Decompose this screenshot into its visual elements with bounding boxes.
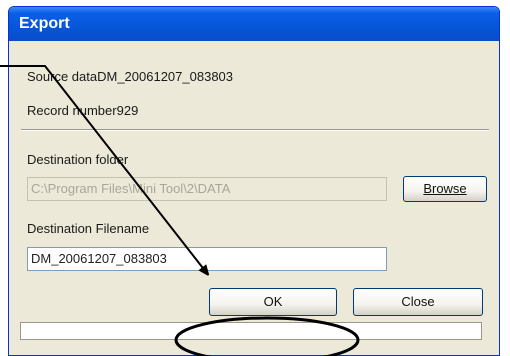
close-button[interactable]: Close	[353, 288, 483, 316]
dialog-title: Export	[19, 15, 70, 32]
destination-filename-input[interactable]: DM_20061207_083803	[27, 247, 387, 271]
source-data-row: Source dataDM_20061207_083803	[27, 69, 233, 84]
browse-button-label: Browse	[423, 181, 467, 196]
destination-filename-label: Destination Filename	[27, 221, 150, 236]
source-data-value: DM_20061207_083803	[97, 69, 234, 84]
record-number-label: Record number	[27, 103, 117, 118]
export-progress-bar	[20, 322, 482, 340]
close-button-label: Close	[401, 294, 435, 309]
browse-button[interactable]: Browse	[403, 176, 487, 202]
record-number-value: 929	[116, 103, 139, 118]
export-dialog: Export Source dataDM_20061207_083803 Rec…	[8, 6, 500, 356]
ok-button-label: OK	[263, 294, 283, 309]
ok-button[interactable]: OK	[209, 288, 337, 316]
destination-folder-label: Destination folder	[27, 152, 129, 167]
screenshot-stage: Export Source dataDM_20061207_083803 Rec…	[0, 0, 510, 356]
source-data-label: Source data	[27, 69, 98, 84]
dialog-title-bar[interactable]: Export	[9, 7, 499, 41]
destination-folder-field[interactable]: C:\Program Files\Mini Tool\2\DATA	[27, 177, 387, 201]
record-number-row: Record number929	[27, 103, 138, 118]
section-divider	[21, 129, 489, 131]
